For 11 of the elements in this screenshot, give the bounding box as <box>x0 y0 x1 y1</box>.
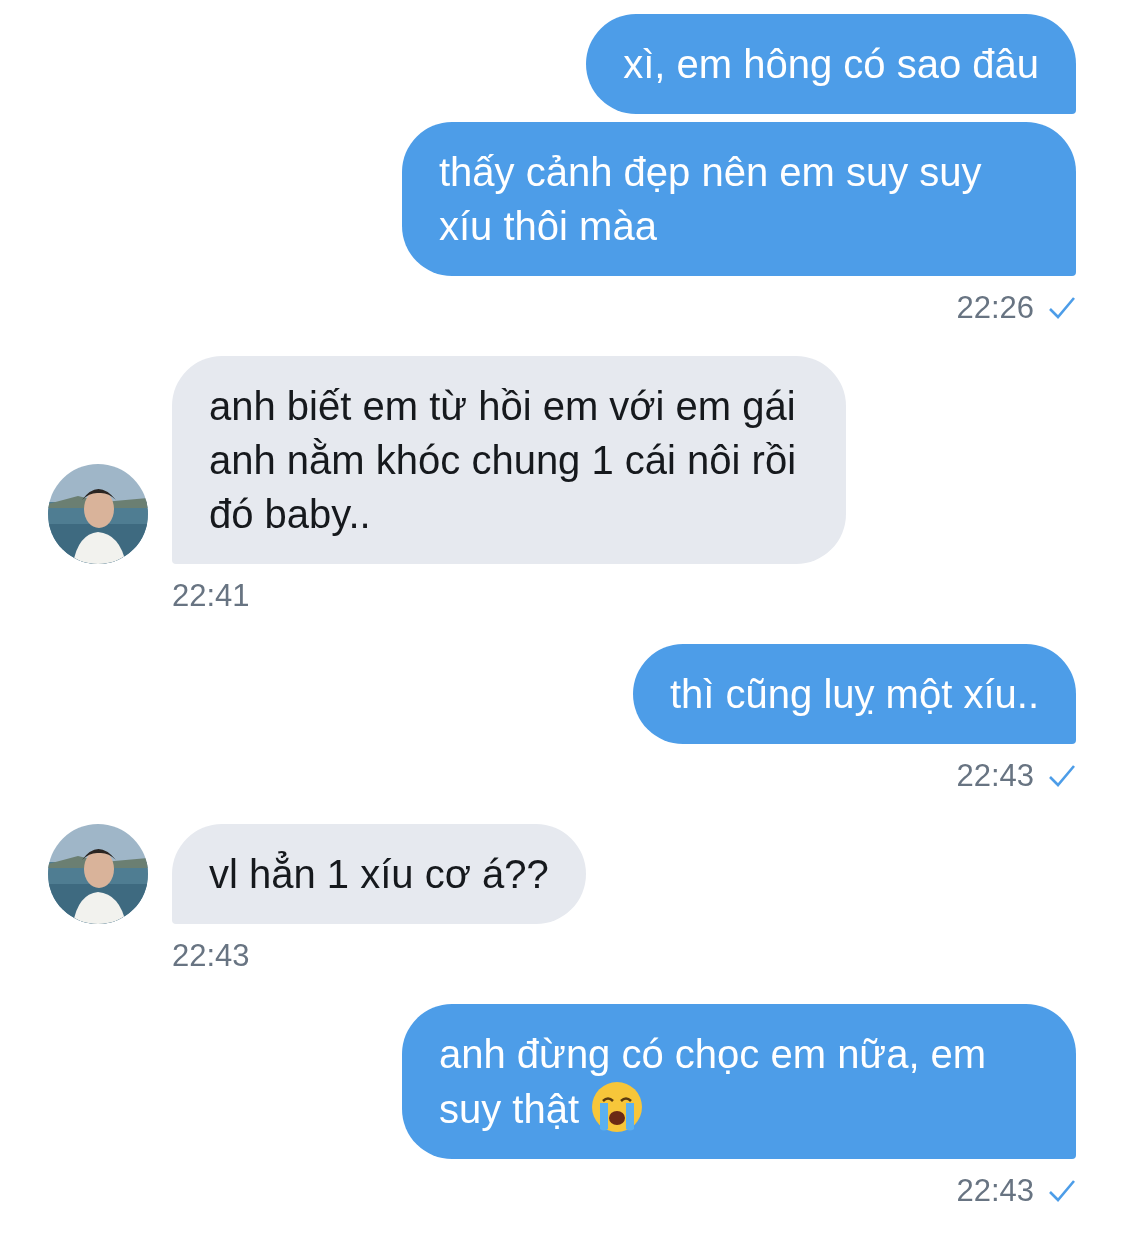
message-time: 22:43 <box>956 1173 1034 1209</box>
message-time: 22:43 <box>172 938 250 974</box>
message-time: 22:26 <box>956 290 1034 326</box>
message-time: 22:41 <box>172 578 250 614</box>
message-bubble: thấy cảnh đẹp nên em suy suy xíu thôi màa <box>402 122 1076 276</box>
message-bubble: anh biết em từ hồi em với em gái anh nằm khóc chung 1 cái nôi rồi đó baby.. <box>172 356 846 564</box>
message-bubble: vl hẳn 1 xíu cơ á?? <box>172 824 586 924</box>
message-bubble: thì cũng luỵ một xíu.. <box>632 644 1076 744</box>
message-bubble: xì, em hông có sao đâu <box>586 14 1076 114</box>
message-time: 22:43 <box>956 758 1034 794</box>
message-bubble: anh đừng có chọc em nữa, em suy thật <box>402 1004 1076 1159</box>
